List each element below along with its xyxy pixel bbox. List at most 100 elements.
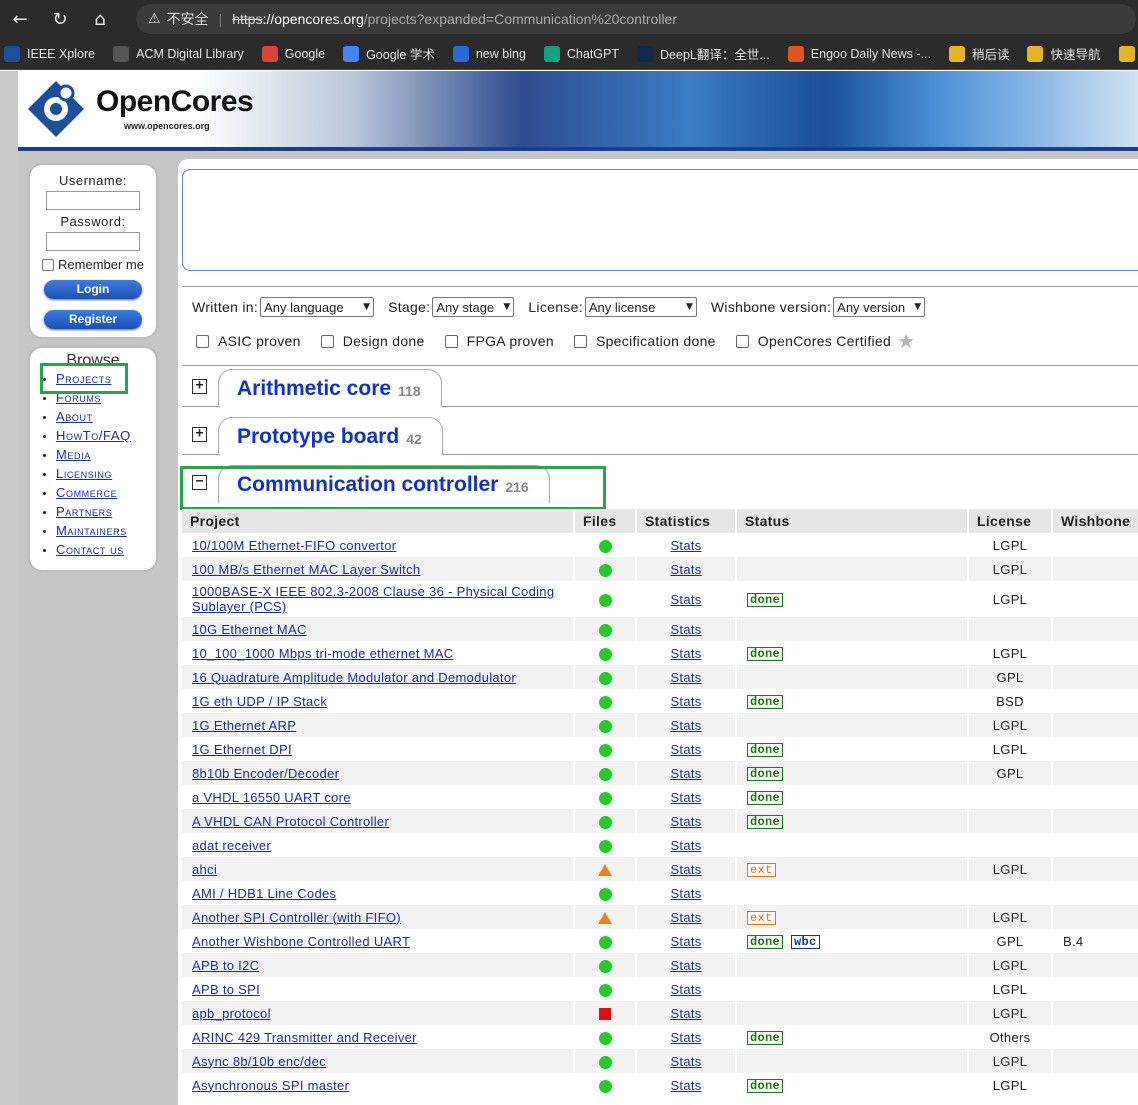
stats-link[interactable]: Stats (670, 838, 701, 853)
stats-link[interactable]: Stats (670, 622, 701, 637)
category-tab[interactable]: Prototype board 42 (218, 417, 443, 455)
language-select[interactable]: Any language ▼ (260, 297, 375, 317)
bookmark-item[interactable]: DeepL翻译：全世... (637, 44, 770, 63)
files-available-icon[interactable] (598, 839, 612, 853)
stats-link[interactable]: Stats (670, 862, 701, 877)
files-available-icon[interactable] (598, 983, 612, 997)
project-link[interactable]: 10G Ethernet MAC (192, 622, 307, 637)
project-link[interactable]: 1G Ethernet DPI (192, 742, 292, 757)
reload-icon[interactable]: ↻ (40, 0, 80, 38)
filter-checkbox-item[interactable]: Specification done (573, 333, 716, 349)
stats-link[interactable]: Stats (670, 886, 701, 901)
files-available-icon[interactable] (598, 767, 612, 781)
files-available-icon[interactable] (598, 887, 612, 901)
project-link[interactable]: APB to I2C (192, 958, 259, 973)
checkbox[interactable] (196, 334, 209, 348)
stats-link[interactable]: Stats (670, 1030, 701, 1045)
project-link[interactable]: Async 8b/10b enc/dec (192, 1054, 326, 1069)
browse-link-media[interactable]: Media (56, 447, 91, 462)
project-link[interactable]: Asynchronous SPI master (192, 1078, 349, 1093)
filter-checkbox-item[interactable]: FPGA proven (444, 333, 554, 349)
col-project[interactable]: Project (182, 509, 575, 533)
files-external-icon[interactable] (598, 912, 612, 925)
col-license[interactable]: License (968, 509, 1053, 533)
browse-link-maintainers[interactable]: Maintainers (56, 523, 127, 538)
stats-link[interactable]: Stats (670, 592, 701, 607)
stats-link[interactable]: Stats (670, 934, 701, 949)
project-link[interactable]: 1G Ethernet ARP (192, 718, 296, 733)
filter-checkbox-item[interactable]: OpenCores Certified ★ (735, 329, 916, 353)
remember-checkbox[interactable] (42, 258, 55, 271)
stats-link[interactable]: Stats (670, 670, 701, 685)
project-link[interactable]: 100 MB/s Ethernet MAC Layer Switch (192, 562, 420, 577)
files-available-icon[interactable] (598, 593, 612, 607)
files-available-icon[interactable] (598, 815, 612, 829)
browse-link-licensing[interactable]: Licensing (56, 466, 112, 481)
warning-icon[interactable]: ⚠ (148, 11, 161, 27)
checkbox[interactable] (573, 334, 587, 348)
bookmark-item[interactable]: ACM Digital Library (113, 45, 244, 62)
files-available-icon[interactable] (598, 1031, 612, 1045)
bookmark-item[interactable]: 稍后读 (948, 44, 1009, 63)
project-link[interactable]: 10_100_1000 Mbps tri-mode ethernet MAC (192, 646, 453, 661)
browse-link-partners[interactable]: Partners (56, 504, 112, 519)
project-link[interactable]: 1G eth UDP / IP Stack (192, 694, 327, 709)
project-link[interactable]: Another SPI Controller (with FIFO) (192, 910, 401, 925)
bookmark-item[interactable]: Google 学术 (343, 44, 435, 63)
stats-link[interactable]: Stats (670, 910, 701, 925)
stats-link[interactable]: Stats (670, 982, 701, 997)
project-link[interactable]: APB to SPI (192, 982, 260, 997)
checkbox[interactable] (444, 334, 458, 348)
files-available-icon[interactable] (598, 695, 612, 709)
bookmark-item[interactable]: ChatGPT (543, 45, 619, 62)
browse-link-contact-us[interactable]: Contact us (56, 542, 124, 557)
home-icon[interactable]: ⌂ (80, 0, 120, 38)
wishbone-select[interactable]: Any version ▼ (833, 297, 926, 317)
checkbox[interactable] (320, 334, 334, 348)
filter-checkbox-item[interactable]: ASIC proven (196, 333, 301, 349)
project-link[interactable]: adat receiver (192, 838, 271, 853)
files-available-icon[interactable] (598, 539, 612, 553)
project-link[interactable]: 8b10b Encoder/Decoder (192, 766, 339, 781)
files-available-icon[interactable] (598, 1055, 612, 1069)
project-link[interactable]: 1000BASE-X IEEE 802.3-2008 Clause 36 - P… (192, 584, 554, 614)
stats-link[interactable]: Stats (670, 742, 701, 757)
stats-link[interactable]: Stats (670, 1006, 701, 1021)
files-available-icon[interactable] (598, 959, 612, 973)
license-select[interactable]: Any license ▼ (584, 297, 697, 317)
stats-link[interactable]: Stats (670, 538, 701, 553)
address-bar[interactable]: ⚠ 不安全 | https://opencores.org/projects?e… (136, 4, 1136, 34)
files-available-icon[interactable] (598, 743, 612, 757)
stage-select[interactable]: Any stage ▼ (432, 297, 515, 317)
project-link[interactable]: a VHDL 16550 UART core (192, 790, 351, 805)
security-label[interactable]: 不安全 (167, 9, 209, 29)
back-icon[interactable]: ← (0, 0, 40, 38)
files-available-icon[interactable] (598, 671, 612, 685)
stats-link[interactable]: Stats (670, 694, 701, 709)
expand-icon[interactable]: + (192, 379, 207, 394)
bookmark-item[interactable]: 学习 (1118, 44, 1138, 63)
stats-link[interactable]: Stats (670, 958, 701, 973)
category-name[interactable]: Prototype board (237, 425, 399, 449)
bookmark-item[interactable]: IEEE Xplore (4, 45, 95, 62)
files-available-icon[interactable] (598, 719, 612, 733)
browse-link-commerce[interactable]: Commerce (56, 485, 117, 500)
files-available-icon[interactable] (598, 647, 612, 661)
project-link[interactable]: apb_protocol (192, 1006, 271, 1021)
password-input[interactable] (46, 232, 140, 251)
stats-link[interactable]: Stats (670, 646, 701, 661)
project-link[interactable]: ahci (192, 862, 217, 877)
stats-link[interactable]: Stats (670, 766, 701, 781)
files-external-icon[interactable] (598, 864, 612, 877)
files-available-icon[interactable] (598, 1079, 612, 1093)
expand-icon[interactable]: + (192, 427, 207, 442)
project-link[interactable]: A VHDL CAN Protocol Controller (192, 814, 389, 829)
project-link[interactable]: 16 Quadrature Amplitude Modulator and De… (192, 670, 516, 685)
browse-link-howto-faq[interactable]: HowTo/FAQ (56, 428, 131, 443)
register-button[interactable]: Register (44, 310, 142, 329)
project-link[interactable]: AMI / HDB1 Line Codes (192, 886, 336, 901)
files-available-icon[interactable] (598, 791, 612, 805)
bookmark-item[interactable]: Engoo Daily News -... (787, 45, 931, 62)
files-available-icon[interactable] (598, 623, 612, 637)
project-link[interactable]: ARINC 429 Transmitter and Receiver (192, 1030, 417, 1045)
